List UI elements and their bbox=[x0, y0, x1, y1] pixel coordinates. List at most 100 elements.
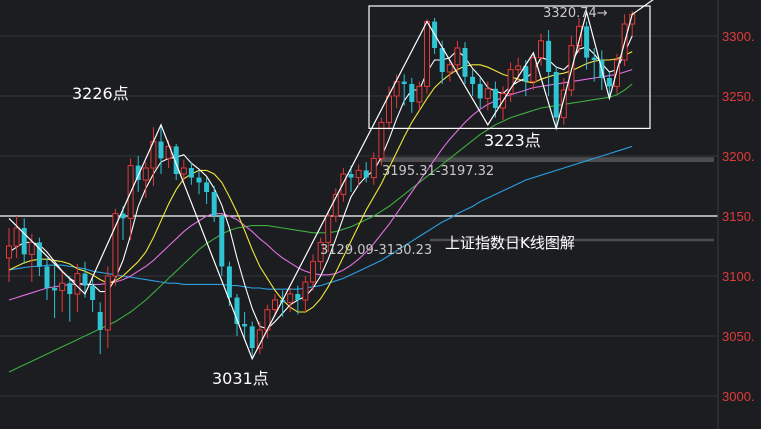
candle-body bbox=[6, 245, 12, 259]
trend-extension bbox=[631, 0, 654, 15]
candle-body bbox=[287, 293, 294, 303]
y-tick-label: 3250. bbox=[722, 89, 755, 104]
trend-zigzag bbox=[8, 9, 633, 361]
candle-body bbox=[188, 168, 194, 178]
candle bbox=[477, 78, 483, 108]
candle-body bbox=[325, 215, 332, 243]
candle-body bbox=[584, 26, 590, 58]
candle-body bbox=[28, 241, 35, 255]
candle-body bbox=[272, 299, 278, 311]
candle-body bbox=[36, 242, 42, 267]
candle-body bbox=[158, 141, 164, 159]
candle-body bbox=[204, 182, 210, 192]
candle bbox=[44, 258, 50, 300]
candle bbox=[370, 152, 377, 185]
candle-body bbox=[219, 216, 225, 267]
candle bbox=[67, 276, 73, 322]
label-gap-lower: 3129.09-3130.23 bbox=[320, 243, 432, 258]
y-tick-label: 3050. bbox=[722, 329, 755, 344]
candle bbox=[546, 30, 552, 96]
candle bbox=[553, 66, 559, 129]
y-tick-label: 3200. bbox=[722, 149, 755, 164]
label-last-high: 3320.74→ bbox=[543, 6, 608, 21]
candle bbox=[515, 57, 522, 82]
candlesticks bbox=[6, 10, 636, 359]
gap-upper-band bbox=[380, 157, 714, 162]
candle-body bbox=[553, 72, 559, 118]
candle bbox=[6, 228, 12, 282]
y-tick-label: 3300. bbox=[722, 29, 755, 44]
candle bbox=[90, 278, 96, 312]
candle bbox=[219, 213, 225, 276]
candle-body bbox=[90, 285, 96, 300]
candle bbox=[378, 117, 385, 166]
candle bbox=[409, 78, 415, 113]
candle-body bbox=[386, 95, 392, 123]
y-axis: 3000. 3050. 3100. 3150. 3200. 3250. 3300. bbox=[717, 0, 761, 429]
candle-body bbox=[211, 192, 217, 216]
candle-body bbox=[439, 48, 445, 72]
candle-body bbox=[104, 275, 111, 331]
candle-body bbox=[363, 170, 369, 178]
candle-body bbox=[142, 167, 149, 181]
candle bbox=[21, 218, 27, 264]
candle bbox=[302, 276, 309, 312]
price-chart: 3000. 3050. 3100. 3150. 3200. 3250. 3300. 上证指数… bbox=[0, 0, 761, 429]
candle bbox=[363, 162, 369, 183]
candle bbox=[470, 69, 476, 96]
y-tick-label: 3150. bbox=[722, 209, 755, 224]
candle-body bbox=[226, 266, 232, 298]
candle-body bbox=[295, 294, 301, 300]
candle-body bbox=[568, 45, 575, 91]
candle-body bbox=[484, 88, 491, 99]
candle bbox=[340, 168, 347, 202]
label-low: 3031点 bbox=[212, 369, 269, 388]
candle bbox=[180, 159, 187, 180]
candle-body bbox=[355, 169, 362, 179]
candle-body bbox=[538, 40, 544, 59]
candle bbox=[454, 40, 461, 72]
candle-body bbox=[416, 85, 423, 103]
candle bbox=[52, 261, 58, 318]
candle-body bbox=[302, 281, 309, 301]
candle-body bbox=[401, 81, 407, 84]
candle-body bbox=[249, 326, 255, 348]
candle bbox=[97, 302, 103, 354]
candle-body bbox=[74, 273, 81, 295]
candle-body bbox=[52, 288, 58, 291]
candle bbox=[424, 19, 430, 94]
candle bbox=[188, 162, 194, 185]
candle bbox=[120, 206, 126, 240]
candle-body bbox=[44, 266, 50, 288]
candle bbox=[432, 18, 438, 54]
candle-body bbox=[340, 173, 347, 195]
candle bbox=[584, 21, 590, 70]
candle bbox=[568, 36, 575, 96]
candle bbox=[158, 124, 164, 174]
candle-body bbox=[59, 282, 66, 291]
chart-title: 上证指数日K线图解 bbox=[445, 234, 575, 252]
candle bbox=[204, 177, 210, 204]
candle bbox=[112, 208, 119, 286]
candle bbox=[173, 144, 179, 180]
y-tick-label: 3000. bbox=[722, 389, 755, 404]
candle-body bbox=[477, 84, 483, 99]
candle bbox=[462, 42, 468, 84]
candle bbox=[36, 237, 42, 276]
candle bbox=[135, 156, 141, 192]
candle bbox=[196, 170, 202, 195]
candle-body bbox=[591, 57, 597, 60]
candle-body bbox=[507, 69, 514, 95]
candle-body bbox=[606, 78, 612, 87]
y-tick-label: 3100. bbox=[722, 269, 755, 284]
candle-body bbox=[530, 57, 537, 83]
candle-body bbox=[242, 324, 248, 327]
candle-body bbox=[546, 40, 552, 72]
candle-body bbox=[424, 21, 430, 87]
label-high-left: 3226点 bbox=[72, 84, 129, 103]
label-box-low: 3223点 bbox=[484, 131, 541, 150]
candle bbox=[416, 81, 423, 111]
candle-body bbox=[446, 64, 453, 73]
candle bbox=[13, 216, 20, 258]
candle-body bbox=[196, 177, 202, 183]
